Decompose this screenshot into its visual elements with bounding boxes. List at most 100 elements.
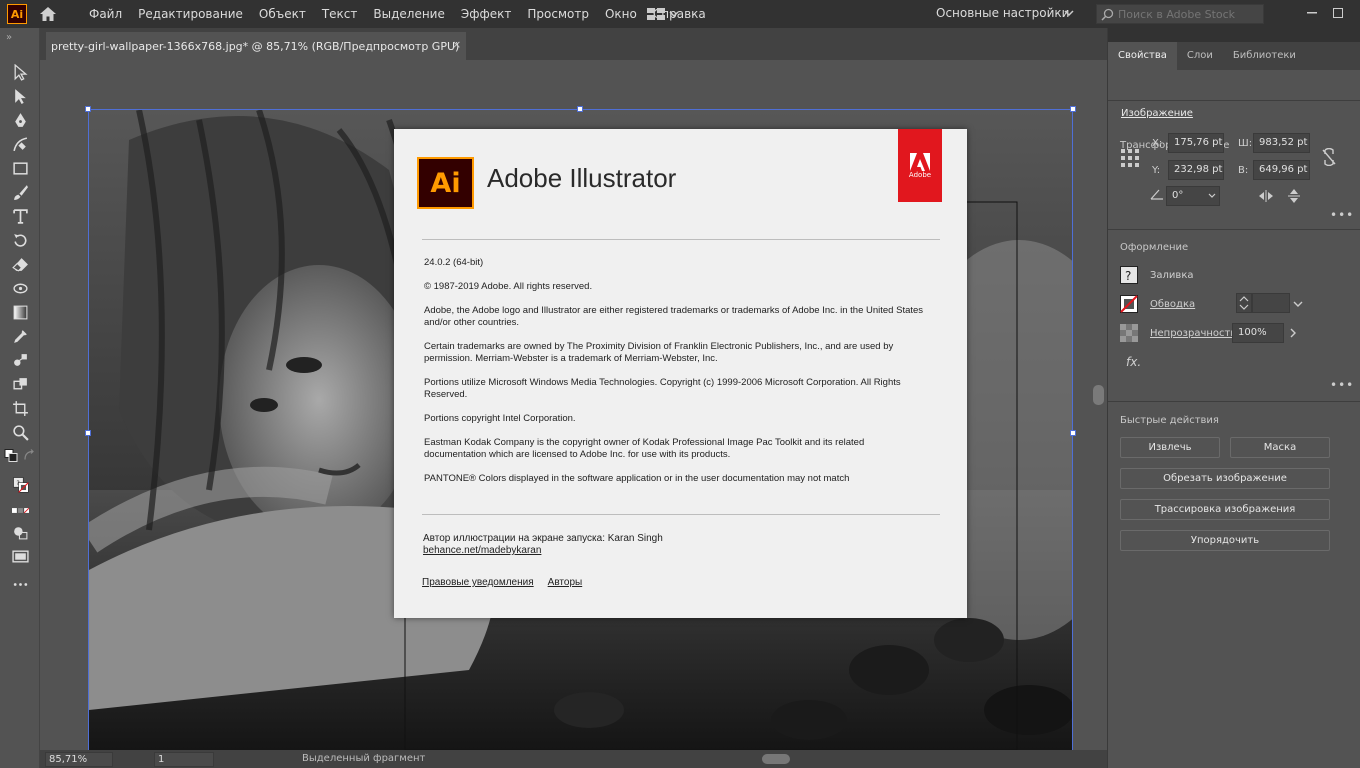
chevron-down-icon[interactable]: [1208, 193, 1216, 199]
shape-builder-tool[interactable]: [10, 374, 30, 394]
reference-point-icon[interactable]: [1120, 148, 1140, 168]
chevron-down-icon[interactable]: [1064, 9, 1074, 17]
draw-mode-tool[interactable]: [10, 522, 30, 542]
vertical-scroll-thumb[interactable]: [1093, 385, 1104, 405]
maximize-button[interactable]: [1327, 4, 1349, 22]
flip-horizontal-icon[interactable]: [1258, 190, 1274, 202]
direct-selection-icon: [14, 88, 26, 104]
selection-tool[interactable]: [10, 62, 30, 82]
home-icon[interactable]: [39, 6, 57, 22]
minimize-button[interactable]: [1301, 4, 1323, 22]
direct-selection-tool[interactable]: [10, 86, 30, 106]
flip-vertical-icon[interactable]: [1288, 188, 1300, 204]
horizontal-scroll-thumb[interactable]: [762, 754, 790, 764]
artboard-tool[interactable]: [10, 398, 30, 418]
maximize-icon: [1333, 8, 1343, 18]
screen-mode-tool[interactable]: [10, 546, 30, 566]
eraser-tool[interactable]: [10, 254, 30, 274]
tab-libraries[interactable]: Библиотеки: [1223, 42, 1306, 70]
tab-properties[interactable]: Свойства: [1108, 42, 1177, 70]
rectangle-tool[interactable]: [10, 158, 30, 178]
tab-layers[interactable]: Слои: [1177, 42, 1223, 70]
image-trace-button[interactable]: Трассировка изображения: [1120, 499, 1330, 520]
stroke-swatch-icon[interactable]: [1120, 295, 1138, 313]
resize-handle-right[interactable]: [1070, 430, 1076, 436]
curvature-tool[interactable]: [10, 134, 30, 154]
rotate-icon: [13, 233, 26, 247]
resize-handle-top-right[interactable]: [1070, 106, 1076, 112]
arrange-documents-button[interactable]: [647, 7, 687, 21]
eraser-icon: [11, 257, 28, 272]
opacity-label[interactable]: Непрозрачность: [1150, 328, 1236, 339]
authors-link[interactable]: Авторы: [548, 577, 583, 588]
pen-tool[interactable]: [10, 110, 30, 130]
gradient-tool[interactable]: [10, 302, 30, 322]
fill-swatch-icon[interactable]: ?: [1120, 266, 1138, 284]
width-value: 983,52 pt: [1259, 137, 1308, 148]
y-field[interactable]: 232,98 pt: [1168, 160, 1224, 180]
chevron-right-icon[interactable]: [1288, 327, 1298, 339]
zoom-level-select[interactable]: 85,71%: [45, 752, 113, 767]
about-title: Adobe Illustrator: [487, 163, 677, 193]
opacity-field[interactable]: 100%: [1232, 323, 1284, 343]
menu-file[interactable]: Файл: [81, 7, 130, 21]
resize-handle-left[interactable]: [85, 430, 91, 436]
effects-button[interactable]: fx.: [1126, 355, 1141, 369]
paintbrush-tool[interactable]: [10, 182, 30, 202]
menu-edit[interactable]: Редактирование: [130, 7, 251, 21]
resize-handle-top[interactable]: [577, 106, 583, 112]
stroke-weight-stepper[interactable]: [1236, 293, 1252, 313]
version-text: 24.0.2 (64-bit): [424, 257, 484, 268]
arrange-button[interactable]: Упорядочить: [1120, 530, 1330, 551]
more-options-icon[interactable]: •••: [1330, 378, 1354, 392]
rotate-tool[interactable]: [10, 230, 30, 250]
height-label: В:: [1238, 165, 1249, 176]
eyedropper-tool[interactable]: [10, 326, 30, 346]
width-field[interactable]: 983,52 pt: [1253, 133, 1310, 153]
search-input[interactable]: [1118, 7, 1258, 21]
stroke-label[interactable]: Обводка: [1150, 299, 1195, 310]
menu-object[interactable]: Объект: [251, 7, 314, 21]
more-options-icon[interactable]: •••: [1330, 208, 1354, 222]
color-mode-buttons[interactable]: [6, 504, 34, 516]
status-text[interactable]: Выделенный фрагмент: [302, 753, 425, 764]
chevron-down-icon[interactable]: [1292, 300, 1304, 308]
document-tab[interactable]: pretty-girl-wallpaper-1366x768.jpg* @ 85…: [46, 32, 466, 60]
stock-search[interactable]: [1096, 4, 1264, 24]
type-tool[interactable]: [10, 206, 30, 226]
crop-image-button[interactable]: Обрезать изображение: [1120, 468, 1330, 489]
puppet-warp-tool[interactable]: [10, 278, 30, 298]
vertical-scrollbar[interactable]: [1090, 60, 1107, 750]
menu-type[interactable]: Текст: [314, 7, 366, 21]
warp-icon: [12, 283, 28, 293]
menu-effect[interactable]: Эффект: [453, 7, 520, 21]
behance-link[interactable]: behance.net/madebykaran: [423, 545, 663, 557]
height-field[interactable]: 649,96 pt: [1253, 160, 1310, 180]
resize-handle-top-left[interactable]: [85, 106, 91, 112]
about-legal-text[interactable]: 24.0.2 (64-bit) © 1987-2019 Adobe. All r…: [424, 257, 924, 485]
menu-select[interactable]: Выделение: [365, 7, 452, 21]
embed-button[interactable]: Извлечь: [1120, 437, 1220, 458]
edit-toolbar-button[interactable]: [10, 574, 30, 594]
swap-colors-button[interactable]: [22, 448, 36, 462]
blend-tool[interactable]: [10, 350, 30, 370]
type-icon: [12, 208, 28, 224]
menu-view[interactable]: Просмотр: [519, 7, 597, 21]
panel-collapse-icon[interactable]: »: [6, 32, 12, 43]
workspace-switcher[interactable]: Основные настройки: [936, 6, 1069, 20]
constrain-proportions-icon[interactable]: [1321, 148, 1337, 166]
menu-window[interactable]: Окно: [597, 7, 645, 21]
opacity-checker-icon: [1120, 324, 1138, 342]
zoom-level-value: 85,71%: [49, 754, 88, 765]
artboard-number-select[interactable]: 1: [154, 752, 214, 767]
mask-button[interactable]: Маска: [1230, 437, 1330, 458]
object-type-label: Изображение: [1121, 108, 1193, 119]
default-colors-button[interactable]: [4, 448, 18, 462]
zoom-tool[interactable]: [10, 422, 30, 442]
fill-stroke-widget[interactable]: ?: [6, 470, 36, 500]
close-tab-button[interactable]: ×: [452, 38, 461, 51]
about-dialog[interactable]: Ai Adobe Illustrator Adobe 24.0.2 (64-bi…: [394, 129, 967, 618]
x-field[interactable]: 175,76 pt: [1168, 133, 1224, 153]
legal-notices-link[interactable]: Правовые уведомления: [422, 577, 534, 588]
stroke-weight-field[interactable]: [1252, 293, 1290, 313]
